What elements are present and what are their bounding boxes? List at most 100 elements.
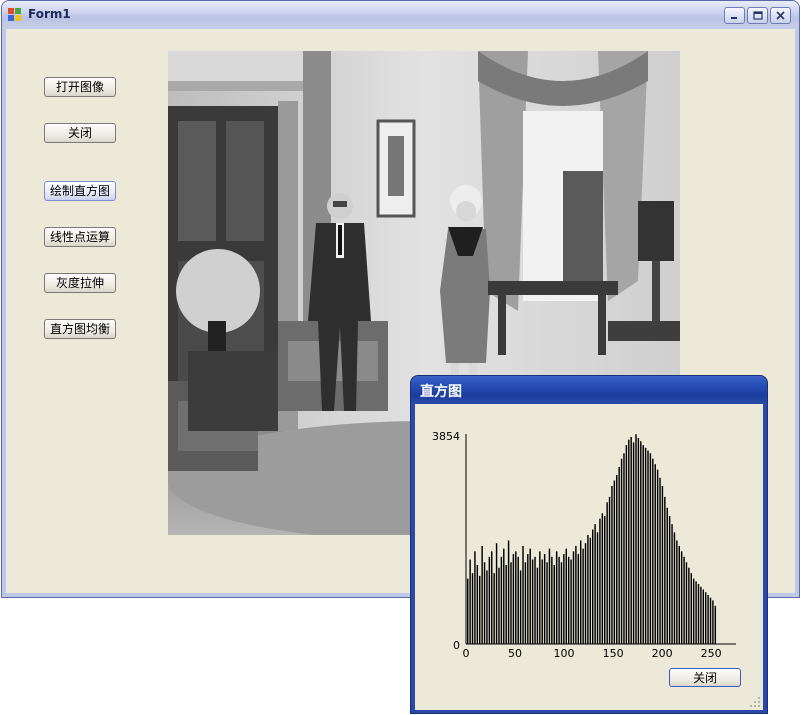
histogram-bar <box>575 545 577 644</box>
histogram-bar <box>680 551 683 644</box>
histogram-bar <box>695 581 697 644</box>
histogram-bar <box>555 551 558 644</box>
histogram-chart: 3854 00 50 100 150 200 250 <box>432 430 736 660</box>
close-button[interactable]: 关闭 <box>44 123 116 143</box>
histogram-bar <box>616 475 618 644</box>
histogram-bar <box>500 556 503 644</box>
histogram-bar <box>599 518 601 644</box>
x-tick-label: 50 <box>508 647 522 660</box>
histogram-bar <box>546 562 548 644</box>
maximize-button[interactable] <box>747 7 768 24</box>
histogram-bar <box>512 554 515 644</box>
histogram-bar <box>707 594 709 644</box>
histogram-bar <box>486 570 488 644</box>
histogram-bar <box>620 458 623 644</box>
minimize-icon <box>731 17 737 19</box>
histogram-bar <box>676 540 678 644</box>
histogram-bar <box>630 436 632 644</box>
histogram-bar <box>644 447 647 644</box>
histogram-bar <box>604 515 606 644</box>
histogram-bar <box>563 554 565 644</box>
histogram-bar <box>659 477 661 644</box>
histogram-bar <box>471 573 474 644</box>
histogram-bar <box>491 551 493 644</box>
histogram-bar <box>594 524 596 644</box>
histogram-bar <box>481 545 483 644</box>
histogram-bar <box>488 556 491 644</box>
histogram-bar <box>625 445 628 644</box>
histogram-bar <box>565 548 567 644</box>
histogram-bar <box>587 535 589 644</box>
histogram-equalize-button[interactable]: 直方图均衡 <box>44 319 116 339</box>
histogram-bar <box>702 589 705 644</box>
histogram-bar <box>469 559 471 644</box>
y-tick-label: 0 <box>453 639 460 652</box>
histogram-bar <box>519 570 522 644</box>
draw-histogram-button[interactable]: 绘制直方图 <box>44 181 116 201</box>
linear-point-op-button[interactable]: 线性点运算 <box>44 227 116 247</box>
histogram-bar <box>642 445 644 644</box>
histogram-bar <box>517 556 519 644</box>
histogram-bar <box>493 573 495 644</box>
histogram-bar <box>584 543 587 644</box>
histogram-bar <box>697 584 700 644</box>
histogram-bar <box>567 556 570 644</box>
histogram-bar <box>570 559 572 644</box>
histogram-bar <box>688 567 690 644</box>
histogram-bar <box>635 434 637 644</box>
histogram-bar <box>712 600 714 644</box>
histogram-bar <box>507 540 510 644</box>
close-icon <box>776 11 785 20</box>
histogram-bar <box>678 545 680 644</box>
histogram-bar <box>606 502 608 644</box>
histogram-bar <box>582 548 584 644</box>
histogram-bar <box>541 559 543 644</box>
histogram-bar <box>522 545 524 644</box>
histogram-bar <box>592 529 594 644</box>
app-icon <box>8 8 21 21</box>
histogram-bar <box>656 469 659 644</box>
histogram-bar <box>640 441 642 644</box>
histogram-bar <box>560 562 563 644</box>
histogram-bar <box>498 567 500 644</box>
histogram-bar <box>628 439 630 644</box>
dialog-close-button[interactable]: 关闭 <box>669 668 741 687</box>
y-tick-label: 3854 <box>432 430 460 443</box>
title-bar[interactable]: Form1 <box>2 1 799 29</box>
histogram-bar <box>551 556 553 644</box>
histogram-bar <box>611 485 613 644</box>
histogram-bar <box>637 438 640 644</box>
histogram-bar <box>714 605 717 644</box>
histogram-bar <box>531 559 534 644</box>
histogram-bar <box>632 442 635 644</box>
minimize-button[interactable] <box>724 7 745 24</box>
histogram-bar <box>529 548 531 644</box>
histogram-bar <box>510 562 512 644</box>
histogram-bar <box>539 551 541 644</box>
histogram-bar <box>647 450 649 644</box>
histogram-bar <box>661 485 664 644</box>
histogram-bar <box>483 562 486 644</box>
histogram-bar <box>649 453 652 644</box>
histogram-bar <box>608 496 611 644</box>
histogram-bar <box>601 513 604 644</box>
dialog-title-bar[interactable]: 直方图 <box>411 376 767 404</box>
x-tick-label: 0 <box>463 647 470 660</box>
histogram-bar <box>515 551 517 644</box>
histogram-bar <box>671 524 673 644</box>
histogram-bar <box>553 564 555 644</box>
resize-grip-icon[interactable] <box>749 696 761 708</box>
histogram-bar <box>652 458 654 644</box>
dialog-title: 直方图 <box>420 384 462 400</box>
open-image-button[interactable]: 打开图像 <box>44 77 116 97</box>
histogram-bar <box>476 564 479 644</box>
histogram-bar <box>543 554 546 644</box>
histogram-bar <box>579 540 582 644</box>
histogram-bar <box>690 573 692 644</box>
gray-stretch-button[interactable]: 灰度拉伸 <box>44 273 116 293</box>
histogram-bar <box>572 551 575 644</box>
histogram-bar <box>700 586 702 644</box>
histogram-bar <box>503 548 505 644</box>
close-window-button[interactable] <box>770 7 791 24</box>
histogram-bar <box>685 562 688 644</box>
